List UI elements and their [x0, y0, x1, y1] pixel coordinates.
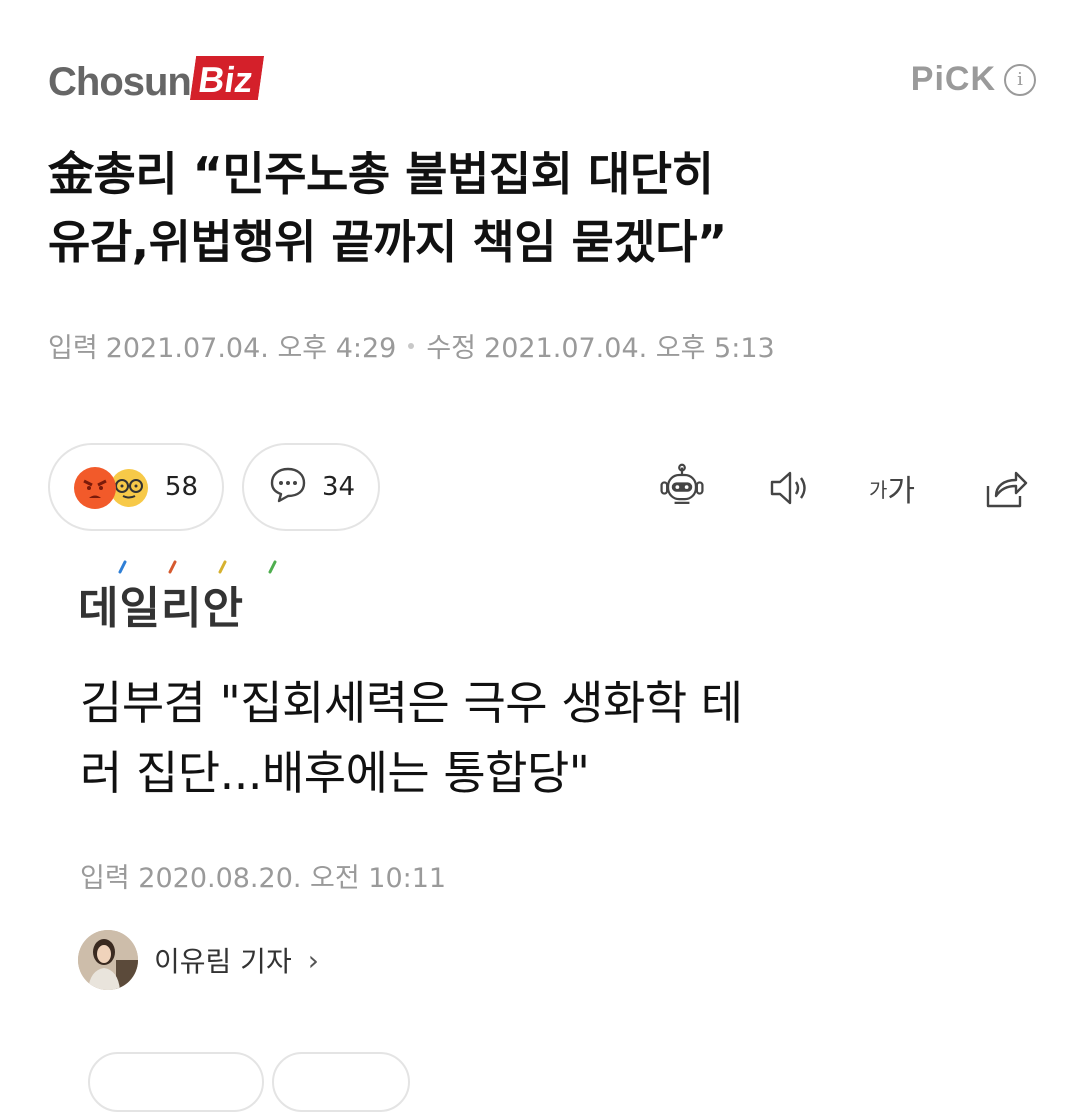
edit-label: 수정 — [426, 333, 477, 364]
article-timestamps: 입력 2021.07.04. 오후 4:29 수정 2021.07.04. 오후… — [48, 326, 775, 365]
dailian-logo[interactable]: 데일리안 — [78, 560, 277, 636]
reaction-button[interactable]: 58 — [48, 443, 224, 531]
edit-time: 2021.07.04. 오후 5:13 — [484, 333, 775, 364]
article-headline: 金총리 “민주노총 불법집회 대단히 유감,위법행위 끝까지 책임 묻겠다” — [48, 140, 1038, 276]
speaker-icon[interactable] — [764, 462, 816, 514]
headline-line: 유감,위법행위 끝까지 책임 묻겠다” — [48, 215, 727, 269]
comment-button[interactable]: 34 — [242, 443, 380, 531]
logo-text-biz: Biz — [190, 56, 264, 100]
author-name: 이유림 기자 — [154, 945, 292, 978]
reaction-emojis — [74, 465, 151, 509]
share-icon[interactable] — [980, 462, 1032, 514]
separator-dot — [408, 342, 415, 349]
author-link[interactable]: 이유림 기자 › — [78, 930, 319, 990]
pick-label: PiCK — [910, 60, 996, 98]
article-timestamp: 입력 2020.08.20. 오전 10:11 — [80, 856, 446, 895]
headline-line: 김부겸 "집회세력은 극우 생화학 테 — [80, 676, 743, 730]
chosunbiz-logo[interactable]: Chosun Biz — [48, 50, 261, 102]
font-size-icon[interactable]: 가가 — [866, 462, 918, 514]
angry-emoji-icon — [74, 467, 116, 509]
robot-summary-icon[interactable] — [656, 462, 708, 514]
input-label: 입력 — [80, 863, 130, 894]
font-size-large-label: 가 — [887, 474, 915, 509]
reaction-button-partial[interactable] — [88, 1052, 264, 1112]
comment-bubble-icon — [268, 464, 308, 511]
logo-text: 데일리안 — [78, 583, 244, 634]
headline-line: 金총리 “민주노총 불법집회 대단히 — [48, 147, 714, 201]
comment-button-partial[interactable] — [272, 1052, 410, 1112]
font-size-small-label: 가 — [868, 477, 888, 502]
avatar — [78, 930, 138, 990]
headline-line: 러 집단...배후에는 통합당" — [80, 746, 590, 800]
chevron-right-icon: › — [307, 943, 319, 977]
comment-count: 34 — [322, 472, 356, 502]
input-label: 입력 — [48, 333, 98, 364]
reaction-count: 58 — [164, 472, 198, 502]
pick-badge[interactable]: PiCK i — [911, 60, 1036, 99]
logo-text-chosun: Chosun — [48, 60, 192, 104]
article-headline: 김부겸 "집회세력은 극우 생화학 테 러 집단...배후에는 통합당" — [80, 668, 1040, 808]
logo-accent-marks — [118, 560, 277, 574]
input-time: 2021.07.04. 오후 4:29 — [105, 333, 397, 364]
info-icon[interactable]: i — [1004, 63, 1036, 96]
input-time: 2020.08.20. 오전 10:11 — [138, 863, 447, 894]
